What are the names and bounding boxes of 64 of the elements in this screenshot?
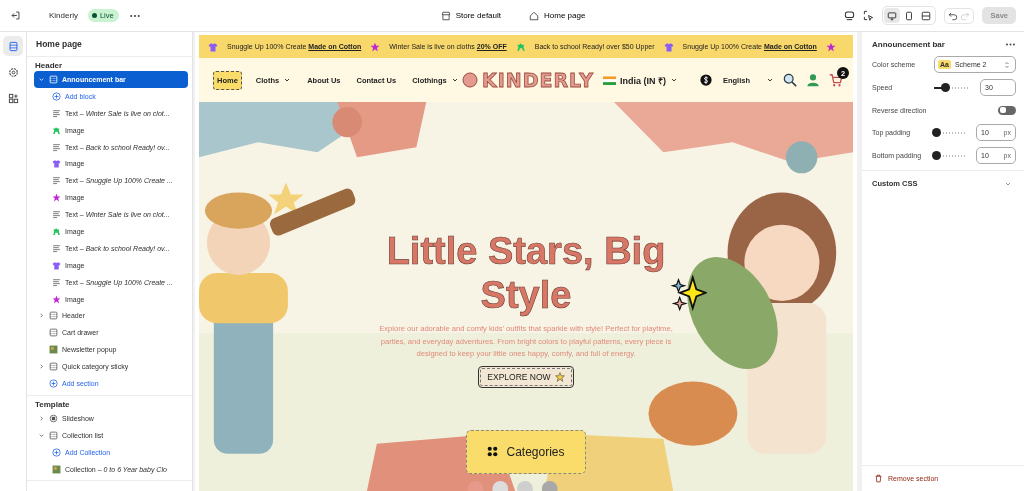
store-name: Kinderly	[49, 11, 78, 20]
slider-thumb[interactable]	[931, 150, 941, 160]
slideshow-icon	[49, 413, 58, 423]
hero-title: Little Stars, Big Style	[385, 230, 667, 318]
sparkle-icon	[668, 275, 707, 314]
text-icon	[52, 210, 61, 220]
inspect-icon[interactable]	[863, 10, 875, 21]
search-icon[interactable]	[783, 73, 797, 87]
user-icon[interactable]	[806, 73, 820, 87]
store-icon	[440, 10, 451, 21]
sections-icon	[7, 40, 19, 52]
panel-title: Home page	[27, 32, 192, 57]
thumbnail-icon	[52, 464, 61, 474]
chevron-down-icon	[669, 76, 678, 84]
expand-icon	[921, 10, 932, 21]
country-selector[interactable]: India (IN ₹)	[602, 73, 678, 87]
chevron-right-icon[interactable]	[37, 363, 45, 371]
undo-icon[interactable]	[948, 10, 959, 21]
slider-thumb[interactable]	[931, 127, 941, 137]
cart-icon[interactable]	[829, 73, 843, 87]
group-heading: Template	[34, 399, 71, 410]
explore-button[interactable]: EXPLORE NOW	[478, 365, 574, 388]
desktop-icon	[887, 10, 898, 21]
trash-icon	[874, 474, 883, 483]
chevron-down-icon[interactable]	[37, 75, 45, 83]
panel-title: Announcement bar	[872, 40, 945, 49]
text-icon	[52, 142, 61, 152]
text-icon	[52, 108, 61, 118]
categories-button[interactable]: Categories	[466, 429, 586, 474]
logo-text: KINDERLY	[482, 69, 594, 91]
chevron-right-icon[interactable]	[37, 312, 45, 320]
slider-thumb[interactable]	[940, 82, 950, 92]
apps-icon	[7, 92, 19, 104]
thumbnail-icon	[49, 345, 58, 355]
chevron-right-icon[interactable]	[37, 414, 45, 422]
chevron-down-icon	[766, 76, 774, 84]
section-icon	[49, 311, 58, 321]
add-icon	[52, 91, 61, 101]
device-button[interactable]	[884, 8, 901, 23]
theme-selector[interactable]: Store default	[440, 10, 501, 21]
section-icon	[49, 328, 58, 338]
add-icon	[49, 378, 58, 388]
home-icon	[529, 10, 539, 21]
star-icon	[554, 371, 565, 382]
text-icon	[52, 243, 61, 253]
chevron-down-icon[interactable]	[37, 431, 45, 439]
settings-icon	[7, 66, 19, 78]
section-icon	[49, 74, 58, 84]
logo-icon	[462, 72, 478, 88]
rail-button[interactable]	[3, 36, 23, 56]
add-icon	[52, 447, 61, 457]
text-icon	[52, 176, 61, 186]
group-heading: Header	[34, 61, 64, 71]
toggle-switch[interactable]	[998, 105, 1016, 115]
exit-icon[interactable]	[10, 10, 21, 21]
text-icon	[52, 277, 61, 287]
flag-icon	[602, 73, 616, 87]
section-icon	[49, 362, 58, 372]
grid-icon	[487, 446, 499, 458]
tablet-icon	[904, 10, 915, 21]
dollar-icon	[699, 74, 712, 86]
page-selector[interactable]: Home page	[529, 10, 586, 21]
updown-icon	[1003, 60, 1011, 69]
section-icon	[49, 430, 58, 440]
